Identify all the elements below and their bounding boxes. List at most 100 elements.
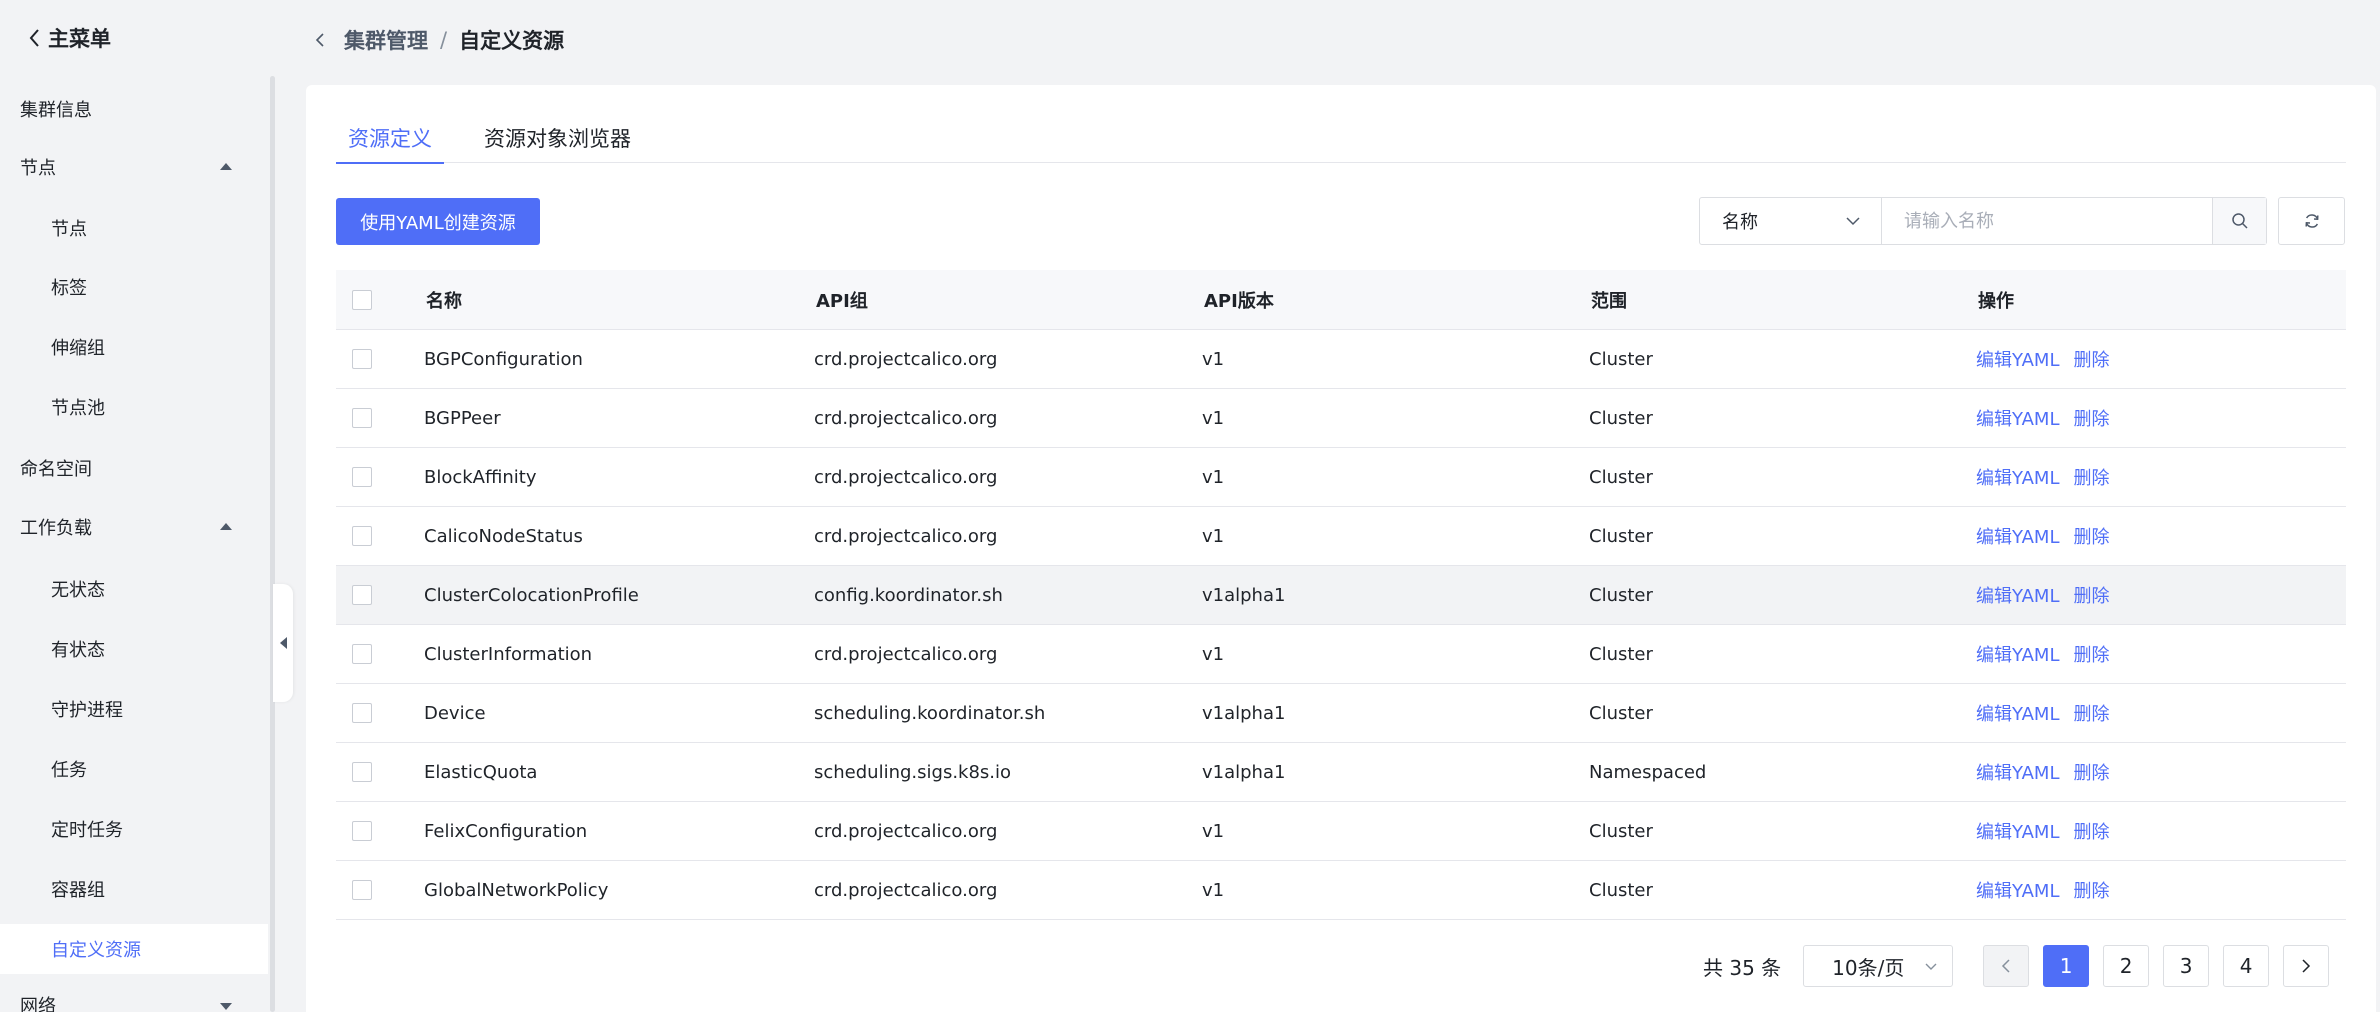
sidebar-scrollbar[interactable] [270,76,275,1012]
main-menu-back-button[interactable]: 主菜单 [28,22,111,54]
page-size-select[interactable]: 10条/页 [1803,945,1954,987]
edit-yaml-link[interactable]: 编辑YAML [1976,405,2059,431]
sidebar-item-deployments[interactable]: 无状态 [0,564,268,614]
delete-link[interactable]: 删除 [2073,759,2109,785]
sidebar-item-statefulsets[interactable]: 有状态 [0,624,268,674]
row-checkbox[interactable] [352,644,372,664]
next-page-button[interactable] [2283,945,2330,987]
row-checkbox[interactable] [352,703,372,723]
edit-yaml-link[interactable]: 编辑YAML [1976,877,2059,903]
cell-scope: Cluster [1589,584,1653,606]
row-checkbox[interactable] [352,880,372,900]
header-api-group: API组 [816,290,868,312]
sidebar-item-node-pools[interactable]: 节点池 [0,382,268,432]
cell-api-version: v1 [1202,348,1225,370]
delete-link[interactable]: 删除 [2073,464,2109,490]
page-1-button[interactable]: 1 [2043,945,2090,987]
sidebar-item-label: 工作负载 [20,518,92,539]
sidebar-collapse-handle[interactable] [273,584,293,702]
edit-yaml-link[interactable]: 编辑YAML [1976,700,2059,726]
create-with-yaml-button[interactable]: 使用YAML创建资源 [336,198,540,245]
table-row[interactable]: Device scheduling.koordinator.sh v1alpha1 C… [336,684,2346,743]
sidebar-item-custom-resources[interactable]: 自定义资源 [0,924,268,974]
cell-operations: 编辑YAML 删除 [1976,818,2346,844]
row-checkbox[interactable] [352,408,372,428]
cell-name: FelixConfiguration [424,820,588,842]
table-row[interactable]: FelixConfiguration crd.projectcalico.org v… [336,802,2346,861]
chevron-left-icon [2002,959,2010,973]
cell-operations: 编辑YAML 删除 [1976,877,2346,903]
header-check-cell [336,289,424,310]
cell-name: ClusterInformation [424,643,593,665]
page-2-button[interactable]: 2 [2103,945,2150,987]
delete-link[interactable]: 删除 [2073,877,2109,903]
row-checkbox[interactable] [352,526,372,546]
table-row[interactable]: ClusterColocationProfile config.koordinat… [336,566,2346,625]
table-row[interactable]: GlobalNetworkPolicy crd.projectcalico.org… [336,861,2346,920]
row-check-cell [336,644,424,664]
row-checkbox[interactable] [352,821,372,841]
sidebar-group-workloads[interactable]: 工作负载 [0,502,268,552]
cell-operations: 编辑YAML 删除 [1976,700,2346,726]
select-all-checkbox[interactable] [352,289,372,310]
sidebar-group-network[interactable]: 网络 [0,980,268,1012]
delete-link[interactable]: 删除 [2073,523,2109,549]
sidebar-item-daemonsets[interactable]: 守护进程 [0,684,268,734]
cell-scope: Cluster [1589,525,1653,547]
prev-page-button[interactable] [1983,945,2030,987]
delete-link[interactable]: 删除 [2073,641,2109,667]
refresh-button[interactable] [2278,197,2345,245]
sidebar-item-label: 集群信息 [20,100,92,121]
sidebar-item-label: 标签 [51,278,87,299]
edit-yaml-link[interactable]: 编辑YAML [1976,582,2059,608]
table-row[interactable]: BGPPeer crd.projectcalico.org v1 Cluster 编辑Y… [336,389,2346,448]
table-row[interactable]: BGPConfiguration crd.projectcalico.org v1 C… [336,330,2346,389]
caret-up-icon [220,523,232,530]
row-checkbox[interactable] [352,467,372,487]
sidebar-item-nodes[interactable]: 节点 [0,203,268,253]
table-row[interactable]: BlockAffinity crd.projectcalico.org v1 Clus… [336,448,2346,507]
edit-yaml-link[interactable]: 编辑YAML [1976,641,2059,667]
edit-yaml-link[interactable]: 编辑YAML [1976,523,2059,549]
edit-yaml-link[interactable]: 编辑YAML [1976,759,2059,785]
table-row[interactable]: ClusterInformation crd.projectcalico.org v… [336,625,2346,684]
delete-link[interactable]: 删除 [2073,582,2109,608]
search-input[interactable] [1882,198,2212,244]
sidebar-item-label: 无状态 [51,580,105,601]
sidebar-item-cronjobs[interactable]: 定时任务 [0,804,268,854]
tab-resource-object-browser[interactable]: 资源对象浏览器 [472,123,643,163]
edit-yaml-link[interactable]: 编辑YAML [1976,464,2059,490]
delete-link[interactable]: 删除 [2073,405,2109,431]
search-field-select[interactable]: 名称 [1700,198,1882,244]
sidebar-group-nodes[interactable]: 节点 [0,142,268,192]
cell-api-group: config.koordinator.sh [814,584,1003,606]
edit-yaml-link[interactable]: 编辑YAML [1976,818,2059,844]
sidebar-item-namespaces[interactable]: 命名空间 [0,443,268,493]
sidebar-item-labels[interactable]: 标签 [0,262,268,312]
table-row[interactable]: ElasticQuota scheduling.sigs.k8s.io v1alph… [336,743,2346,802]
sidebar-item-scaling-groups[interactable]: 伸缩组 [0,322,268,372]
row-checkbox[interactable] [352,585,372,605]
breadcrumb-cluster-management[interactable]: 集群管理 [344,25,428,55]
search-button[interactable] [2212,198,2266,244]
page-4-button[interactable]: 4 [2223,945,2270,987]
table-row[interactable]: CalicoNodeStatus crd.projectcalico.org v1 C… [336,507,2346,566]
delete-link[interactable]: 删除 [2073,700,2109,726]
sidebar-item-cluster-info[interactable]: 集群信息 [0,84,268,134]
row-check-cell [336,585,424,605]
chevron-right-icon [2302,959,2311,973]
cell-name: ClusterColocationProfile [424,584,639,606]
tab-resource-definitions[interactable]: 资源定义 [336,123,444,164]
row-checkbox[interactable] [352,762,372,782]
chevron-left-icon[interactable] [312,30,328,50]
sidebar-item-pods[interactable]: 容器组 [0,864,268,914]
edit-yaml-link[interactable]: 编辑YAML [1976,346,2059,372]
cell-operations: 编辑YAML 删除 [1976,405,2346,431]
row-checkbox[interactable] [352,349,372,369]
delete-link[interactable]: 删除 [2073,818,2109,844]
page-3-button[interactable]: 3 [2163,945,2210,987]
sidebar-item-jobs[interactable]: 任务 [0,744,268,794]
delete-link[interactable]: 删除 [2073,346,2109,372]
sidebar-item-label: 容器组 [51,880,105,901]
row-check-cell [336,703,424,723]
